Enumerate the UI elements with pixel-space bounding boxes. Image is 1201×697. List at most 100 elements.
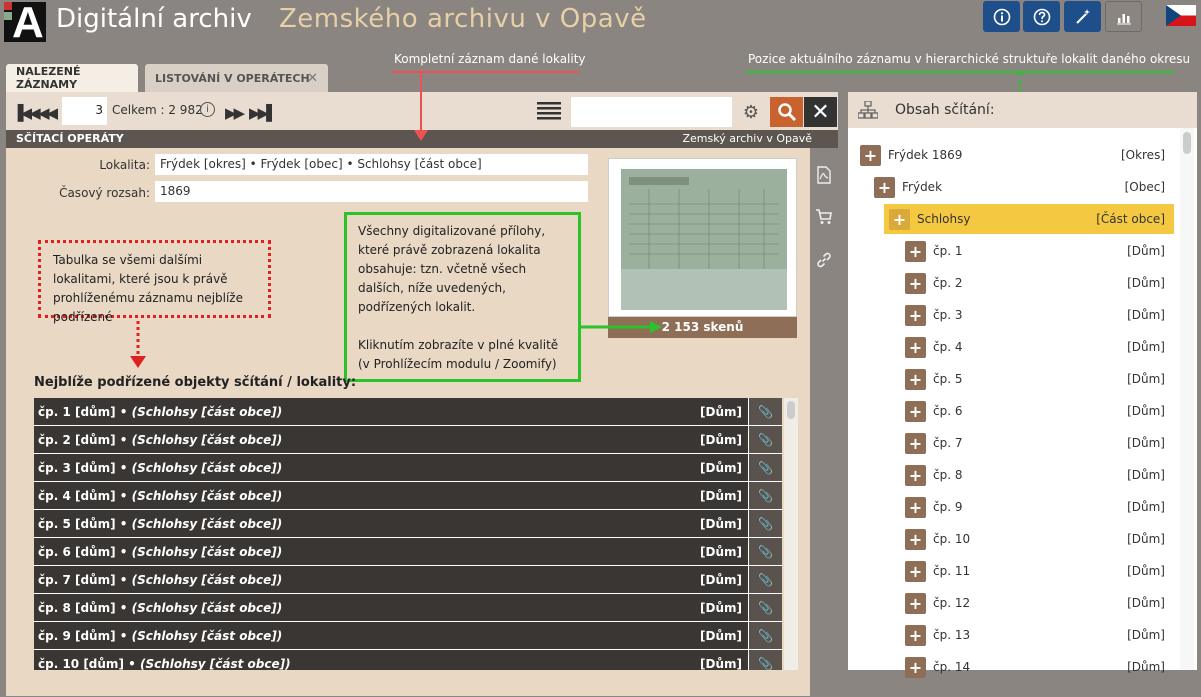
- tree-node[interactable]: + čp. 10 [Dům]: [905, 527, 1165, 551]
- tree-node-type: [Obec]: [1124, 180, 1165, 194]
- tree-node-type: [Dům]: [1127, 340, 1165, 354]
- attachment-icon[interactable]: 📎: [748, 622, 782, 649]
- tree-node-label: Frýdek 1869: [888, 148, 963, 162]
- tree-node[interactable]: + čp. 6 [Dům]: [905, 399, 1165, 423]
- hierarchy-panel-header: Obsah sčítání:: [848, 92, 1197, 128]
- tree-node[interactable]: + čp. 4 [Dům]: [905, 335, 1165, 359]
- expand-plus-icon[interactable]: +: [874, 176, 895, 198]
- tree-node[interactable]: + čp. 11 [Dům]: [905, 559, 1165, 583]
- tree-node-label: čp. 9: [933, 500, 963, 514]
- tree-node-type: [Okres]: [1120, 148, 1165, 162]
- tree-node[interactable]: + Frýdek [Obec]: [874, 175, 1165, 199]
- hierarchy-title: Obsah sčítání:: [895, 102, 995, 118]
- attachment-icon[interactable]: 📎: [748, 650, 782, 670]
- table-row[interactable]: čp. 5 [dům] • (Schlohsy [část obce]) [Dům…: [34, 510, 782, 538]
- expand-plus-icon[interactable]: +: [905, 560, 926, 582]
- expand-plus-icon[interactable]: +: [905, 400, 926, 422]
- tree-node[interactable]: + čp. 2 [Dům]: [905, 271, 1165, 295]
- expand-plus-icon[interactable]: +: [905, 464, 926, 486]
- attachment-icon[interactable]: 📎: [748, 594, 782, 621]
- tree-node[interactable]: + čp. 12 [Dům]: [905, 591, 1165, 615]
- tree-node-label: čp. 1: [933, 244, 963, 258]
- attachment-icon[interactable]: 📎: [748, 398, 782, 425]
- tree-node[interactable]: + čp. 14 [Dům]: [905, 655, 1165, 679]
- hierarchy-scrollbar[interactable]: [1180, 128, 1194, 670]
- tree-node-label: čp. 3: [933, 308, 963, 322]
- tree-node-type: [Dům]: [1127, 500, 1165, 514]
- tree-node-type: [Dům]: [1127, 244, 1165, 258]
- table-row[interactable]: čp. 4 [dům] • (Schlohsy [část obce]) [Dům…: [34, 482, 782, 510]
- attachment-icon[interactable]: 📎: [748, 566, 782, 593]
- tree-node-type: [Dům]: [1127, 468, 1165, 482]
- expand-plus-icon[interactable]: +: [860, 144, 881, 166]
- table-scrollbar-thumb[interactable]: [787, 401, 795, 419]
- arrow-record-head: [414, 130, 428, 141]
- tree-node-label: čp. 14: [933, 660, 971, 674]
- expand-plus-icon[interactable]: +: [905, 496, 926, 518]
- expand-plus-icon[interactable]: +: [905, 304, 926, 326]
- attachment-icon[interactable]: 📎: [748, 482, 782, 509]
- tree-node-type: [Dům]: [1127, 372, 1165, 386]
- tree-node-label: čp. 2: [933, 276, 963, 290]
- table-scrollbar[interactable]: [784, 398, 798, 670]
- arrow-table-head: [130, 356, 146, 368]
- tree-node-label: čp. 10: [933, 532, 971, 546]
- attachment-icon[interactable]: 📎: [748, 510, 782, 537]
- table-row[interactable]: čp. 3 [dům] • (Schlohsy [část obce]) [Dům…: [34, 454, 782, 482]
- tree-node-type: [Dům]: [1127, 596, 1165, 610]
- tree-node-label: Frýdek: [902, 180, 943, 194]
- tree-node-label: čp. 6: [933, 404, 963, 418]
- table-row[interactable]: čp. 6 [dům] • (Schlohsy [část obce]) [Dům…: [34, 538, 782, 566]
- table-row[interactable]: čp. 10 [dům] • (Schlohsy [část obce]) [Dů…: [34, 650, 782, 670]
- tree-node-label: čp. 4: [933, 340, 963, 354]
- tree-node-type: [Dům]: [1127, 660, 1165, 674]
- arrow-scans-head: [650, 321, 662, 333]
- tree-node-type: [Dům]: [1127, 276, 1165, 290]
- expand-plus-icon[interactable]: +: [905, 272, 926, 294]
- expand-plus-icon[interactable]: +: [905, 592, 926, 614]
- tree-node[interactable]: + čp. 5 [Dům]: [905, 367, 1165, 391]
- tree-node-label: čp. 7: [933, 436, 963, 450]
- hierarchy-icon: [858, 101, 878, 119]
- tree-node[interactable]: + čp. 13 [Dům]: [905, 623, 1165, 647]
- tree-node-type: [Dům]: [1127, 532, 1165, 546]
- tree-node-label: čp. 5: [933, 372, 963, 386]
- table-row[interactable]: čp. 9 [dům] • (Schlohsy [část obce]) [Dům…: [34, 622, 782, 650]
- tree-node-label: čp. 12: [933, 596, 971, 610]
- tree-node-type: [Dům]: [1127, 628, 1165, 642]
- expand-plus-icon[interactable]: +: [905, 528, 926, 550]
- subordinate-table: čp. 1 [dům] • (Schlohsy [část obce]) [Dům…: [34, 398, 782, 670]
- table-row[interactable]: čp. 7 [dům] • (Schlohsy [část obce]) [Dům…: [34, 566, 782, 594]
- expand-plus-icon[interactable]: +: [905, 368, 926, 390]
- hierarchy-scrollbar-thumb[interactable]: [1183, 132, 1191, 154]
- tree-node[interactable]: + čp. 3 [Dům]: [905, 303, 1165, 327]
- tree-node[interactable]: + Frýdek 1869 [Okres]: [860, 143, 1165, 167]
- attachment-icon[interactable]: 📎: [748, 538, 782, 565]
- subordinate-objects-heading: Nejblíže podřízené objekty sčítání / lok…: [34, 375, 357, 390]
- tree-node-label: čp. 11: [933, 564, 971, 578]
- table-row[interactable]: čp. 1 [dům] • (Schlohsy [část obce]) [Dům…: [34, 398, 782, 426]
- tree-node[interactable]: + čp. 7 [Dům]: [905, 431, 1165, 455]
- tree-node-label: čp. 8: [933, 468, 963, 482]
- table-row[interactable]: čp. 2 [dům] • (Schlohsy [část obce]) [Dům…: [34, 426, 782, 454]
- tree-node-label: čp. 13: [933, 628, 971, 642]
- tree-node-type: [Dům]: [1127, 564, 1165, 578]
- expand-plus-icon[interactable]: +: [905, 432, 926, 454]
- expand-plus-icon[interactable]: +: [905, 624, 926, 646]
- tree-node[interactable]: + čp. 8 [Dům]: [905, 463, 1165, 487]
- expand-plus-icon[interactable]: +: [889, 208, 910, 230]
- tree-node-type: [Dům]: [1127, 404, 1165, 418]
- attachment-icon[interactable]: 📎: [748, 454, 782, 481]
- expand-plus-icon[interactable]: +: [905, 336, 926, 358]
- tree-node[interactable]: + Schlohsy [Část obce]: [889, 207, 1165, 231]
- tree-node-label: Schlohsy: [917, 212, 971, 226]
- expand-plus-icon[interactable]: +: [905, 240, 926, 262]
- expand-plus-icon[interactable]: +: [905, 656, 926, 678]
- tree-node-type: [Dům]: [1127, 436, 1165, 450]
- tree-node[interactable]: + čp. 9 [Dům]: [905, 495, 1165, 519]
- attachment-icon[interactable]: 📎: [748, 426, 782, 453]
- tree-node-type: [Dům]: [1127, 308, 1165, 322]
- tree-node[interactable]: + čp. 1 [Dům]: [905, 239, 1165, 263]
- table-row[interactable]: čp. 8 [dům] • (Schlohsy [část obce]) [Dům…: [34, 594, 782, 622]
- tree-node-type: [Část obce]: [1096, 212, 1165, 226]
